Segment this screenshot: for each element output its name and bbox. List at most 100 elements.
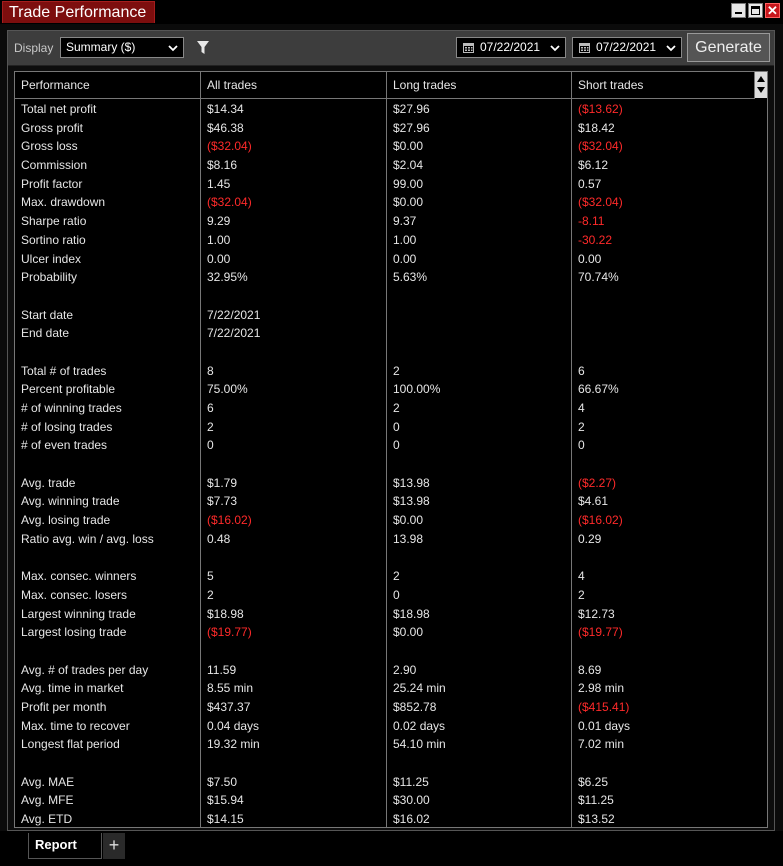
header-short-trades[interactable]: Short trades bbox=[572, 72, 643, 98]
cell-all-trades: $437.37 bbox=[207, 700, 251, 714]
table-row: Probability 32.95% 5.63% 70.74% bbox=[15, 268, 755, 287]
display-select[interactable]: Summary ($) bbox=[60, 37, 184, 58]
end-date-picker[interactable]: 07/22/2021 bbox=[572, 37, 682, 58]
table-row bbox=[15, 754, 755, 773]
cell-short-trades: 0 bbox=[578, 438, 585, 453]
table-row: Ratio avg. win / avg. loss 0.48 13.98 0.29 bbox=[15, 530, 755, 549]
header-long-trades[interactable]: Long trades bbox=[387, 72, 456, 98]
table-row bbox=[15, 642, 755, 661]
cell-short-trades: $18.42 bbox=[578, 120, 615, 135]
start-date-value: 07/22/2021 bbox=[480, 40, 541, 54]
table-row: Sortino ratio 1.00 1.00 -30.22 bbox=[15, 231, 755, 250]
table-row: # of even trades 0 0 0 bbox=[15, 436, 755, 455]
cell-short-trades: $6.12 bbox=[578, 158, 609, 173]
cell-long-trades: 13.98 bbox=[393, 531, 424, 546]
table-row: Max. consec. losers 2 0 2 bbox=[15, 586, 755, 605]
cell-short-trades: $6.25 bbox=[578, 774, 609, 789]
cell-long-trades: 0 bbox=[393, 587, 400, 602]
cell-long-trades: 100.00% bbox=[393, 382, 441, 397]
add-tab-button[interactable]: + bbox=[103, 833, 125, 859]
minimize-icon bbox=[735, 12, 742, 14]
cell-long-trades: 2 bbox=[393, 401, 400, 415]
cell-all-trades: ($32.04) bbox=[207, 195, 252, 210]
cell-all-trades: 8 bbox=[207, 363, 214, 378]
row-label: Avg. ETD bbox=[21, 812, 73, 827]
table-row: # of losing trades 2 0 2 bbox=[15, 418, 755, 437]
row-label: Max. time to recover bbox=[21, 718, 130, 733]
filter-icon[interactable] bbox=[196, 40, 210, 55]
title-bar[interactable]: Trade Performance ✕ bbox=[0, 0, 783, 24]
table-row: Profit per month $437.37 $852.78 ($415.41) bbox=[15, 698, 755, 717]
row-label: Sortino ratio bbox=[21, 232, 86, 247]
cell-long-trades: $2.04 bbox=[393, 158, 424, 173]
cell-all-trades: $14.15 bbox=[207, 812, 244, 827]
table-row: Profit factor 1.45 99.00 0.57 bbox=[15, 175, 755, 194]
cell-short-trades: 6 bbox=[578, 363, 585, 378]
close-icon: ✕ bbox=[767, 3, 778, 18]
cell-short-trades: 4 bbox=[578, 569, 585, 584]
cell-long-trades: $27.96 bbox=[393, 120, 430, 135]
cell-all-trades: 0.00 bbox=[207, 251, 231, 266]
table-row: Max. consec. winners 5 2 4 bbox=[15, 567, 755, 586]
toolbar: Display Summary ($) 07/22/2021 07/22/202… bbox=[8, 31, 774, 66]
cell-short-trades: ($32.04) bbox=[578, 139, 623, 154]
cell-long-trades: 5.63% bbox=[393, 270, 428, 285]
cell-short-trades: 2 bbox=[578, 419, 585, 434]
cell-all-trades: 11.59 bbox=[207, 662, 237, 677]
cell-long-trades: 2.90 bbox=[393, 662, 417, 677]
cell-all-trades: 7/22/2021 bbox=[207, 326, 261, 341]
header-all-trades[interactable]: All trades bbox=[201, 72, 257, 98]
cell-all-trades: 6 bbox=[207, 401, 214, 415]
start-date-picker[interactable]: 07/22/2021 bbox=[456, 37, 566, 58]
generate-button[interactable]: Generate bbox=[687, 33, 770, 62]
minimize-button[interactable] bbox=[731, 3, 746, 18]
table-row: Ulcer index 0.00 0.00 0.00 bbox=[15, 250, 755, 269]
cell-short-trades: 0.00 bbox=[578, 251, 602, 266]
table-row: Gross profit $46.38 $27.96 $18.42 bbox=[15, 119, 755, 138]
row-label: Avg. trade bbox=[21, 475, 76, 490]
close-button[interactable]: ✕ bbox=[765, 3, 780, 18]
table-row: Avg. time in market 8.55 min 25.24 min 2.98… bbox=[15, 679, 755, 698]
table-row: Avg. MFE $15.94 $30.00 $11.25 bbox=[15, 791, 755, 810]
display-select-value: Summary ($) bbox=[66, 40, 136, 54]
cell-long-trades: $852.78 bbox=[393, 700, 437, 714]
chevron-down-icon bbox=[550, 45, 560, 52]
maximize-button[interactable] bbox=[748, 3, 763, 18]
tab-report[interactable]: Report bbox=[28, 833, 102, 859]
row-label: Profit per month bbox=[21, 700, 107, 714]
cell-all-trades: $7.50 bbox=[207, 774, 238, 789]
table-row: Avg. # of trades per day 11.59 2.90 8.69 bbox=[15, 661, 755, 680]
cell-all-trades: $14.34 bbox=[207, 102, 244, 116]
cell-long-trades: $13.98 bbox=[393, 494, 430, 509]
cell-all-trades: 7/22/2021 bbox=[207, 307, 261, 322]
scroll-up-icon[interactable] bbox=[757, 76, 765, 82]
cell-all-trades: 2 bbox=[207, 587, 214, 602]
table-row bbox=[15, 287, 755, 306]
row-label: Sharpe ratio bbox=[21, 214, 87, 229]
scrollbar[interactable] bbox=[754, 72, 767, 98]
row-label: Max. drawdown bbox=[21, 195, 106, 210]
table-row bbox=[15, 343, 755, 362]
cell-all-trades: 32.95% bbox=[207, 270, 248, 285]
row-label: Gross loss bbox=[21, 139, 78, 154]
cell-short-trades: 8.69 bbox=[578, 662, 602, 677]
header-performance[interactable]: Performance bbox=[15, 72, 90, 98]
cell-long-trades: $16.02 bbox=[393, 812, 430, 827]
cell-all-trades: $7.73 bbox=[207, 494, 238, 509]
table-row: Sharpe ratio 9.29 9.37 -8.11 bbox=[15, 212, 755, 231]
scroll-down-icon[interactable] bbox=[757, 87, 765, 93]
cell-short-trades: 0.57 bbox=[578, 176, 602, 191]
cell-all-trades: 19.32 min bbox=[207, 737, 260, 752]
table-row: Max. drawdown ($32.04) $0.00 ($32.04) bbox=[15, 193, 755, 212]
cell-short-trades: 2.98 min bbox=[578, 681, 625, 696]
cell-all-trades: 5 bbox=[207, 569, 214, 584]
cell-all-trades: 0.04 days bbox=[207, 718, 260, 733]
trade-performance-window: Trade Performance ✕ Display Summary ($) … bbox=[0, 0, 783, 866]
cell-short-trades: ($19.77) bbox=[578, 625, 623, 640]
table-row: End date 7/22/2021 bbox=[15, 324, 755, 343]
row-label: Largest winning trade bbox=[21, 606, 136, 621]
table-row: Avg. losing trade ($16.02) $0.00 ($16.02) bbox=[15, 511, 755, 530]
cell-all-trades: $15.94 bbox=[207, 793, 244, 808]
cell-all-trades: ($32.04) bbox=[207, 139, 252, 154]
cell-long-trades: $13.98 bbox=[393, 475, 430, 490]
